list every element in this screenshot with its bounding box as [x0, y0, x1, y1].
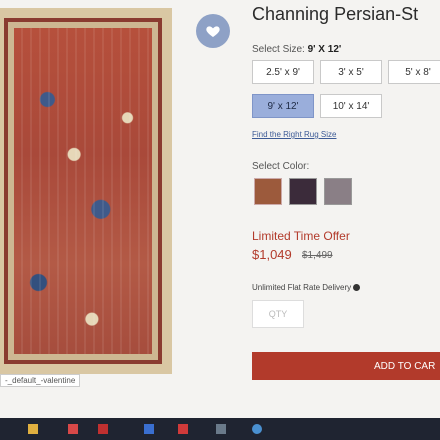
add-to-cart-button[interactable]: ADD TO CAR — [252, 352, 440, 380]
settings-icon[interactable] — [216, 424, 226, 434]
size-option-5x8[interactable]: 5' x 8' — [388, 60, 440, 84]
select-color-label: Select Color: — [252, 161, 310, 172]
size-option-3x5[interactable]: 3' x 5' — [320, 60, 382, 84]
browser-icon[interactable] — [252, 424, 262, 434]
quantity-input[interactable]: QTY — [252, 300, 304, 328]
rug-size-guide-link[interactable]: Find the Right Rug Size — [252, 130, 337, 139]
media-icon[interactable] — [98, 424, 108, 434]
sale-price: $1,049 — [252, 247, 292, 262]
gray-swatch[interactable] — [324, 178, 352, 205]
browser-screen: -_default_-valentine Channing Persian-St… — [0, 0, 440, 418]
favorite-button[interactable] — [196, 14, 230, 48]
size-option-9x12[interactable]: 9' x 12' — [252, 94, 314, 118]
product-title: Channing Persian-St — [252, 4, 419, 24]
original-price: $1,499 — [302, 250, 333, 261]
delivery-text: Unlimited Flat Rate Delivery — [252, 283, 352, 292]
image-caption: -_default_-valentine — [0, 374, 81, 387]
heart-icon — [206, 26, 220, 37]
size-label-text: Select Size: — [252, 44, 305, 55]
mail-icon[interactable] — [68, 424, 78, 434]
info-icon[interactable] — [353, 284, 361, 292]
size-option-2-5x9[interactable]: 2.5' x 9' — [252, 60, 314, 84]
select-size-label: Select Size: 9' X 12' — [252, 44, 341, 55]
size-option-10x14[interactable]: 10' x 14' — [320, 94, 382, 118]
selected-size: 9' X 12' — [307, 44, 342, 55]
rust-swatch[interactable] — [254, 178, 282, 205]
taskbar — [0, 418, 440, 440]
delivery-info: Unlimited Flat Rate Delivery — [252, 283, 361, 292]
app-icon[interactable] — [144, 424, 154, 434]
navy-swatch[interactable] — [289, 178, 317, 205]
folder-icon[interactable] — [28, 424, 38, 434]
gmail-icon[interactable] — [178, 424, 188, 434]
rug-image[interactable] — [0, 8, 172, 374]
offer-label: Limited Time Offer — [252, 229, 350, 243]
